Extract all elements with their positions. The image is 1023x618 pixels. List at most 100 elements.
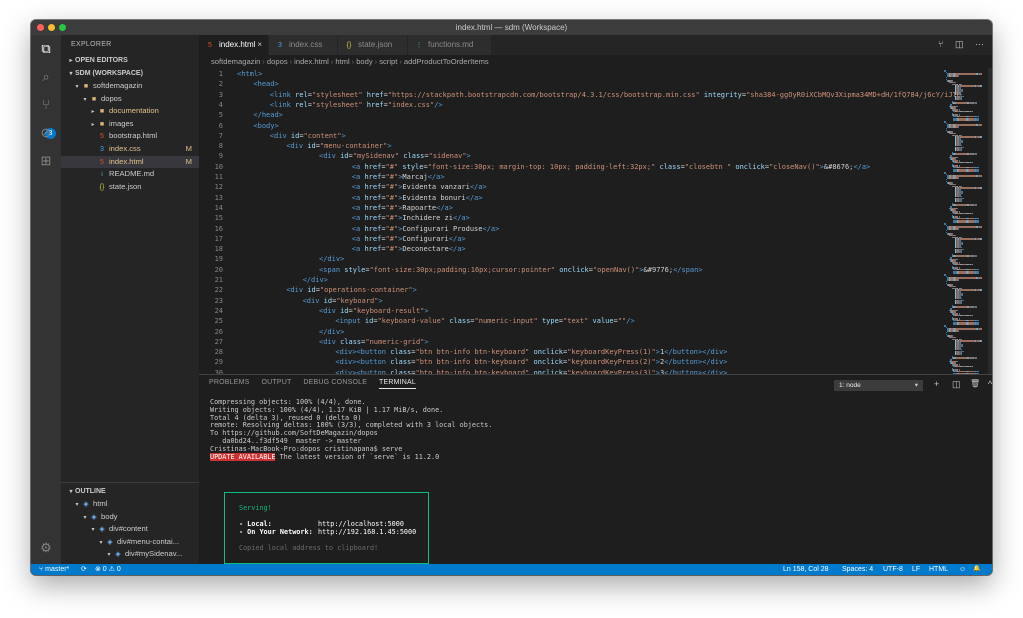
breadcrumb-item[interactable]: script <box>379 57 397 66</box>
extensions-icon[interactable]: ⊞ <box>38 153 54 169</box>
minimap-line <box>974 272 980 274</box>
tab-functions-md[interactable]: ⋮ functions.md <box>408 35 492 55</box>
code-token: "text" <box>563 317 589 326</box>
minimap-line <box>978 124 982 126</box>
code-token: </button></div> <box>664 348 728 357</box>
maximize-window-button[interactable] <box>59 24 66 31</box>
tab-output[interactable]: OUTPUT <box>261 379 291 386</box>
file-tree-item[interactable]: 5 index.html M <box>61 155 199 169</box>
minimap-line <box>963 350 965 352</box>
source-control-icon[interactable]: ⑂ <box>38 97 54 113</box>
code-token: href <box>364 162 382 171</box>
breadcrumb-item[interactable]: index.html <box>294 57 329 66</box>
file-tree-item[interactable]: {} state.json <box>61 181 199 194</box>
code-token: rel <box>295 90 308 99</box>
minimap-line <box>963 299 965 301</box>
breadcrumb-item[interactable]: html <box>335 57 349 66</box>
code-token: href <box>364 234 382 243</box>
outline-section[interactable]: ▾ OUTLINE <box>61 485 199 498</box>
serve-local-url[interactable]: http://localhost:5000 <box>318 520 404 528</box>
outline-item[interactable]: ▾ ◈ body <box>61 511 199 524</box>
breadcrumb-item[interactable]: dopos <box>267 57 288 66</box>
open-changes-icon[interactable]: ⑂ <box>938 39 943 49</box>
file-tree-item[interactable]: ▾ ■ softdemagazin <box>61 80 199 93</box>
line-number: 25 <box>214 317 223 326</box>
end-of-line[interactable]: LF <box>912 564 920 575</box>
file-tree-item[interactable]: 3 index.css M <box>61 143 199 156</box>
split-terminal-icon[interactable]: ◫ <box>952 379 961 390</box>
outline-item[interactable]: ▾ ◈ div#mySidenav... <box>61 548 199 561</box>
code-token: "content" <box>303 131 342 140</box>
code-token: "stylesheet" <box>311 90 363 99</box>
code-token: href <box>364 173 382 181</box>
sync-icon[interactable]: ⟳ <box>81 564 87 575</box>
file-tree-item[interactable]: ▸ ■ images <box>61 118 199 131</box>
code-token: &#8676; <box>823 162 854 171</box>
terminal-output[interactable]: Compressing objects: 100% (4/4), done. Wr… <box>210 398 970 462</box>
serve-box: Serving! - Local: http://localhost:5000 -… <box>224 492 429 564</box>
problems-count[interactable]: ⊗ 0 ⚠ 0 <box>95 564 121 575</box>
code-token: Inchidere zi <box>402 214 453 223</box>
new-terminal-icon[interactable]: + <box>934 379 939 389</box>
minimap-line <box>975 204 977 206</box>
search-icon[interactable]: ⌕ <box>38 69 54 85</box>
encoding[interactable]: UTF-8 <box>883 564 903 575</box>
open-editors-section[interactable]: ▸ OPEN EDITORS <box>61 54 199 67</box>
split-editor-icon[interactable]: ◫ <box>955 39 964 49</box>
code-token: "#" <box>385 214 399 223</box>
minimap-line <box>962 141 964 143</box>
notifications-bell-icon[interactable]: 🔔 <box>973 564 980 575</box>
explorer-icon[interactable]: ⧉ <box>38 41 54 57</box>
debug-icon[interactable]: ⊘ <box>38 125 54 141</box>
language-mode[interactable]: HTML <box>929 564 948 575</box>
settings-gear-icon[interactable]: ⚙ <box>38 540 54 556</box>
file-tree-item[interactable]: ▾ ■ dopos <box>61 93 199 106</box>
chevron-icon: ▾ <box>107 552 111 559</box>
outline-item[interactable]: ▾ ◈ html <box>61 498 199 511</box>
code-token: <div <box>319 152 341 161</box>
outline-item[interactable]: ▾ ◈ div#menu-contai... <box>61 536 199 549</box>
file-tree-item[interactable]: ▸ ■ documentation <box>61 105 199 118</box>
serve-network-url[interactable]: http://192.168.1.45:5000 <box>318 528 416 536</box>
git-branch[interactable]: ⑂ master* <box>39 564 69 575</box>
minimize-window-button[interactable] <box>48 24 55 31</box>
indentation[interactable]: Spaces: 4 <box>842 564 873 575</box>
code-editor[interactable]: 1 <html> 2 <head> 3 <link rel="stylesheet" hr… <box>199 68 992 374</box>
tab-index-css[interactable]: 3 index.css <box>269 35 338 55</box>
feedback-icon[interactable]: ☺ <box>959 564 966 575</box>
code-token: > <box>378 296 383 305</box>
code-token: "keyboard-result" <box>352 306 425 315</box>
close-window-button[interactable] <box>37 24 44 31</box>
breadcrumb-item[interactable]: body <box>356 57 372 66</box>
kill-terminal-icon[interactable]: 🗑 <box>970 379 980 388</box>
tab-debug-console[interactable]: DEBUG CONSOLE <box>303 379 367 386</box>
breadcrumb-item[interactable]: softdemagazin <box>211 57 260 66</box>
file-tree-item[interactable]: 5 bootstrap.html <box>61 130 199 143</box>
update-line: UPDATE AVAILABLE The latest version of `… <box>210 452 970 462</box>
cursor-position[interactable]: Ln 158, Col 28 <box>783 564 829 575</box>
tab-problems[interactable]: PROBLEMS <box>209 379 250 386</box>
more-actions-icon[interactable]: ··· <box>975 39 984 49</box>
maximize-panel-icon[interactable]: ^ <box>988 379 992 389</box>
minimap-line <box>962 243 964 245</box>
close-tab-icon[interactable]: × <box>257 35 262 55</box>
outline-item[interactable]: ▾ ◈ div#content <box>61 523 199 536</box>
code-token: "keyboardKeyPress(2)" <box>567 358 656 367</box>
file-tree-item[interactable]: i README.md <box>61 168 199 181</box>
code-token: "#" <box>385 234 399 243</box>
terminal-select[interactable]: 1: node ▾ <box>834 380 923 391</box>
tab-index-html[interactable]: 5 index.html × <box>199 35 269 55</box>
workspace-section[interactable]: ▾ SDM (WORKSPACE) <box>61 67 199 80</box>
editor-scrollbar[interactable] <box>988 68 992 374</box>
tab-terminal[interactable]: TERMINAL <box>379 379 417 389</box>
code-token: "numeric-grid" <box>365 337 425 346</box>
minimap[interactable] <box>942 68 988 374</box>
breadcrumb-item[interactable]: addProductToOrderItems <box>404 57 489 66</box>
minimap-line <box>958 272 966 274</box>
minimap-line <box>960 302 963 305</box>
file-tree-label: dopos <box>101 93 122 103</box>
window-title: index.html — sdm (Workspace) <box>455 23 568 32</box>
code-token: class <box>399 152 425 161</box>
chevron-down-icon: ▾ <box>914 382 918 389</box>
tab-state-json[interactable]: {} state.json <box>338 35 408 55</box>
